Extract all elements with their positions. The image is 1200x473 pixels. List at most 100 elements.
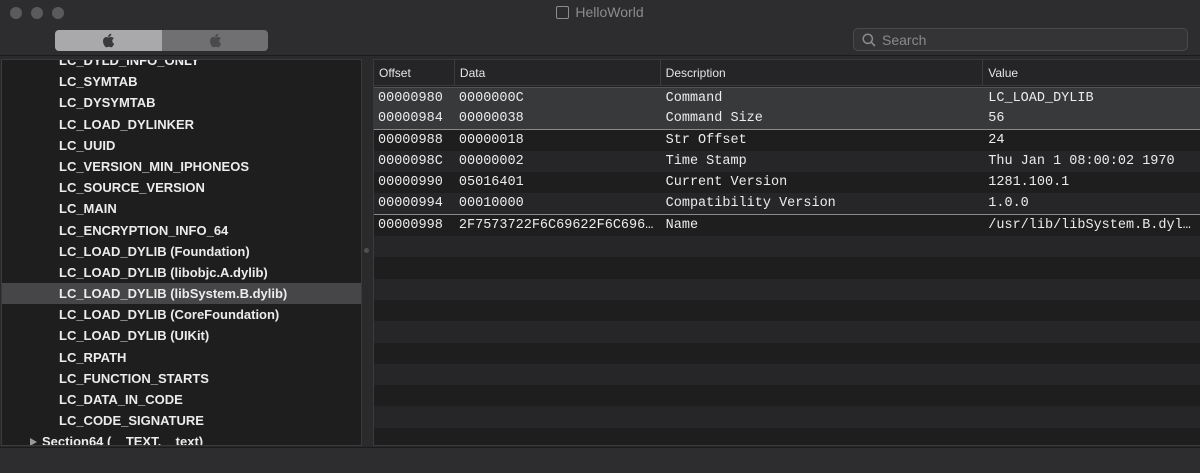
sidebar-item[interactable]: LC_UUID <box>2 135 361 156</box>
empty-table-row <box>374 385 1200 406</box>
cell-description: Str Offset <box>665 132 747 148</box>
cell-value: 56 <box>988 111 1005 127</box>
sidebar-item-label: LC_SYMTAB <box>59 74 138 90</box>
cell-description: Command <box>665 91 723 106</box>
cell-data: 00000002 <box>458 153 524 169</box>
empty-table-row <box>374 343 1200 364</box>
cell-data: 0000000C <box>458 91 524 106</box>
cell-offset: 00000994 <box>378 196 443 212</box>
cell-offset: 00000988 <box>378 132 443 148</box>
empty-table-row <box>374 406 1200 428</box>
cell-data: 00000018 <box>458 132 524 148</box>
cell-data: 05016401 <box>458 175 524 191</box>
column-header-data[interactable]: Data <box>455 60 661 86</box>
sidebar-item[interactable]: LC_MAIN <box>2 198 361 219</box>
search-input[interactable] <box>882 31 1162 48</box>
sidebar-item[interactable]: LC_VERSION_MIN_IPHONEOS <box>2 156 361 177</box>
sidebar-item-label: LC_SOURCE_VERSION <box>59 180 205 196</box>
cell-value: 1.0.0 <box>988 196 1029 212</box>
apple-logo-icon <box>209 33 221 48</box>
table-row[interactable]: 00000994 00010000 Compatibility Version 1.0… <box>374 193 1200 215</box>
table-row[interactable]: 00000988 00000018 Str Offset 24 <box>374 130 1200 151</box>
table-row[interactable]: 00000984 00000038 Command Size 56 <box>374 108 1200 130</box>
sidebar-item[interactable]: LC_DYSYMTAB <box>2 92 361 113</box>
sidebar-item[interactable]: LC_LOAD_DYLIB (libobjc.A.dylib) <box>2 262 361 283</box>
empty-table-row <box>374 363 1200 386</box>
cell-data: 2F7573722F6C69622F6C696… <box>458 217 654 233</box>
table-row[interactable]: 00000980 0000000C Command LC_LOAD_DYLIB <box>374 87 1200 109</box>
cell-value: 24 <box>988 132 1005 148</box>
empty-table-row <box>374 236 1200 258</box>
sidebar-item-label: LC_LOAD_DYLIB (libobjc.A.dylib) <box>59 264 268 280</box>
cell-offset: 00000998 <box>378 217 443 233</box>
split-view-divider-handle[interactable] <box>364 248 369 253</box>
sidebar-item-label: LC_LOAD_DYLIB (Foundation) <box>59 243 250 259</box>
cell-description: Compatibility Version <box>665 196 836 212</box>
segment-raw-view-button[interactable] <box>55 30 162 51</box>
sidebar-item[interactable]: LC_RPATH <box>2 347 361 368</box>
sidebar-item[interactable]: LC_LOAD_DYLIB (Foundation) <box>2 241 361 262</box>
sidebar-item[interactable]: LC_ENCRYPTION_INFO_64 <box>2 220 361 241</box>
empty-table-row <box>374 300 1200 321</box>
apple-logo-icon <box>103 33 115 48</box>
sidebar-item-label: LC_DYSYMTAB <box>59 95 156 111</box>
search-icon <box>862 32 876 47</box>
sidebar-item-label: LC_LOAD_DYLIB (UIKit) <box>59 328 210 344</box>
sidebar-item[interactable]: LC_SYMTAB <box>2 71 361 92</box>
sidebar-item[interactable]: LC_DATA_IN_CODE <box>2 389 361 410</box>
sidebar-item-label: LC_DYLD_INFO_ONLY <box>59 59 200 68</box>
sidebar-item-label: LC_VERSION_MIN_IPHONEOS <box>59 158 249 174</box>
sidebar-item-label: LC_MAIN <box>59 201 117 217</box>
empty-table-row <box>374 278 1200 300</box>
cell-offset: 00000984 <box>378 111 443 127</box>
sidebar-section-item[interactable]: Section64 (__TEXT,__text) <box>2 431 361 445</box>
cell-offset: 00000990 <box>378 175 443 191</box>
cell-description: Name <box>665 217 699 233</box>
cell-description: Command Size <box>665 111 763 127</box>
cell-value: /usr/lib/libSystem.B.dyl… <box>988 217 1191 233</box>
sidebar-item[interactable]: LC_DYLD_INFO_ONLY <box>2 59 361 71</box>
window-title-text: HelloWorld <box>575 4 644 20</box>
cell-data: 00000038 <box>458 111 524 127</box>
column-header-offset[interactable]: Offset <box>374 60 455 86</box>
segment-processed-view-button[interactable] <box>161 30 268 51</box>
sidebar-item-label: LC_LOAD_DYLIB (CoreFoundation) <box>59 307 280 323</box>
sidebar-item-label: LC_LOAD_DYLINKER <box>59 116 195 132</box>
sidebar-item[interactable]: LC_LOAD_DYLINKER <box>2 114 361 135</box>
table-row[interactable]: 00000998 2F7573722F6C69622F6C696… Name/usr… <box>374 215 1200 236</box>
sidebar-item-label: LC_UUID <box>59 137 116 153</box>
table-row[interactable]: 0000098C 00000002 Time Stamp Thu Jan 1 08:0… <box>374 150 1200 173</box>
sidebar-item[interactable]: LC_CODE_SIGNATURE <box>2 410 361 431</box>
load-commands-sidebar[interactable]: LC_DYLD_INFO_ONLY LC_SYMTAB LC_DYSYMTAB LC_… <box>1 59 362 446</box>
table-row[interactable]: 00000990 05016401 Current Version 1281.100.… <box>374 172 1200 193</box>
sidebar-item-label: LC_ENCRYPTION_INFO_64 <box>59 222 229 238</box>
column-header-description[interactable]: Description <box>661 60 984 86</box>
sidebar-item[interactable]: LC_LOAD_DYLIB (CoreFoundation) <box>2 304 361 325</box>
cell-description: Time Stamp <box>665 153 747 169</box>
search-field[interactable] <box>853 28 1188 51</box>
document-icon <box>556 6 570 19</box>
sidebar-item[interactable]: LC_SOURCE_VERSION <box>2 177 361 198</box>
cell-offset: 00000980 <box>378 91 443 106</box>
detail-table[interactable]: Offset Data Description Value 00000980 00… <box>373 59 1200 446</box>
sidebar-item[interactable]: LC_LOAD_DYLIB (libSystem.B.dylib) <box>2 283 361 305</box>
empty-table-row <box>374 428 1200 445</box>
table-header: Offset Data Description Value <box>374 60 1200 86</box>
cell-value: LC_LOAD_DYLIB <box>988 91 1094 106</box>
sidebar-item-label: LC_CODE_SIGNATURE <box>59 413 204 429</box>
sidebar-item-label: LC_RPATH <box>59 349 127 365</box>
sidebar-item[interactable]: LC_LOAD_DYLIB (UIKit) <box>2 325 361 346</box>
cell-data: 00010000 <box>458 196 524 212</box>
sidebar-item[interactable]: LC_FUNCTION_STARTS <box>2 368 361 389</box>
sidebar-item-label: LC_LOAD_DYLIB (libSystem.B.dylib) <box>59 286 288 302</box>
sidebar-item-label: LC_FUNCTION_STARTS <box>59 370 209 386</box>
empty-table-row <box>374 321 1200 343</box>
table-body: 00000980 0000000C Command LC_LOAD_DYLIB 0000… <box>374 87 1200 445</box>
column-header-value[interactable]: Value <box>983 60 1200 86</box>
window-title: HelloWorld <box>0 4 1200 20</box>
sidebar-list: LC_DYLD_INFO_ONLY LC_SYMTAB LC_DYSYMTAB LC_… <box>2 59 361 445</box>
sidebar-item-label: LC_DATA_IN_CODE <box>59 392 183 407</box>
disclosure-triangle-icon[interactable] <box>30 438 37 445</box>
title-bar: HelloWorld <box>0 0 1200 56</box>
cell-offset: 0000098C <box>378 153 443 169</box>
